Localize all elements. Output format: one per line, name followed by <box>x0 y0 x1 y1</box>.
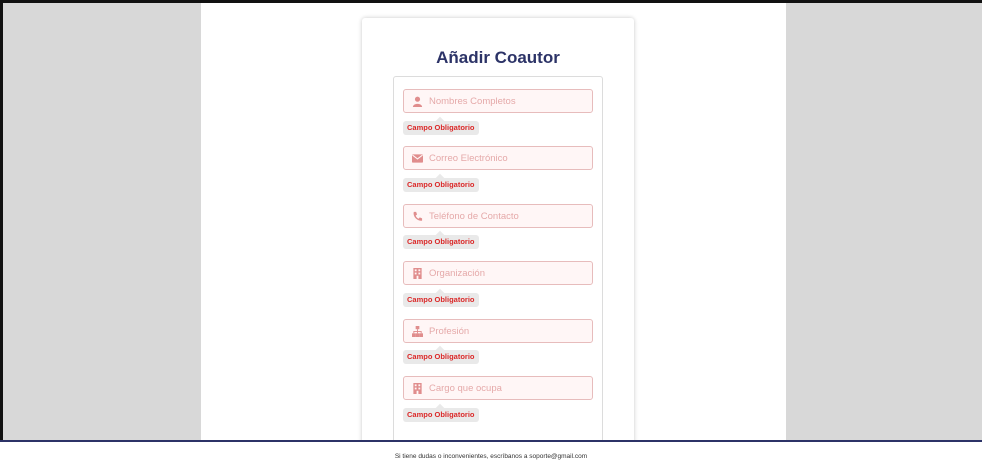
user-icon <box>411 95 423 107</box>
coauthor-form: Campo Obligatorio Campo Obligatorio <box>393 76 603 446</box>
full-name-input[interactable] <box>429 90 589 112</box>
phone-input[interactable] <box>429 205 589 227</box>
left-margin-panel <box>3 3 201 443</box>
phone-error: Campo Obligatorio <box>403 235 479 249</box>
full-name-error: Campo Obligatorio <box>403 121 479 135</box>
sitemap-icon <box>411 325 423 337</box>
phone-icon <box>411 210 423 222</box>
position-input[interactable] <box>429 377 589 399</box>
footer: Si tiene dudas o inconvenientes, escríba… <box>0 442 982 468</box>
footer-support-text: Si tiene dudas o inconvenientes, escríba… <box>394 453 588 460</box>
profession-field[interactable] <box>403 319 593 343</box>
add-coauthor-card: Añadir Coautor Campo Obligatorio <box>362 18 634 458</box>
phone-field[interactable] <box>403 204 593 228</box>
envelope-icon <box>411 152 423 164</box>
organization-input[interactable] <box>429 262 589 284</box>
position-error: Campo Obligatorio <box>403 408 479 422</box>
position-field[interactable] <box>403 376 593 400</box>
app-window: Añadir Coautor Campo Obligatorio <box>0 0 982 468</box>
right-margin-panel <box>786 3 982 443</box>
page-title: Añadir Coautor <box>436 48 560 67</box>
email-field[interactable] <box>403 146 593 170</box>
building-icon <box>411 382 423 394</box>
full-name-field[interactable] <box>403 89 593 113</box>
organization-field[interactable] <box>403 261 593 285</box>
profession-input[interactable] <box>429 320 589 342</box>
email-error: Campo Obligatorio <box>403 178 479 192</box>
organization-error: Campo Obligatorio <box>403 293 479 307</box>
building-icon <box>411 267 423 279</box>
profession-error: Campo Obligatorio <box>403 350 479 364</box>
email-input[interactable] <box>429 147 589 169</box>
main-content: Añadir Coautor Campo Obligatorio <box>201 3 786 458</box>
